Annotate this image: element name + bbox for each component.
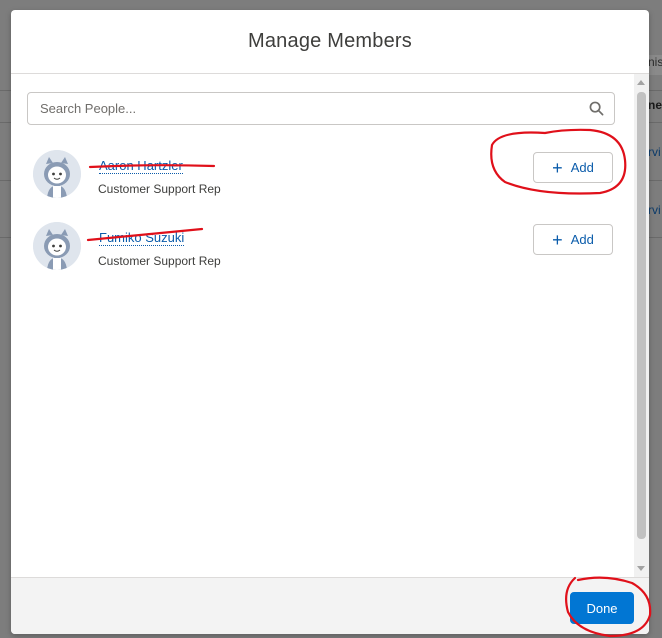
add-member-button[interactable]: + Add (533, 224, 613, 255)
background-text-3: rvi (648, 145, 661, 159)
background-text-4: rvi (648, 203, 661, 217)
modal-body: Aaron Hartzler Customer Support Rep + Ad… (11, 74, 649, 577)
scroll-up-icon[interactable] (637, 80, 645, 85)
add-button-label: Add (570, 232, 594, 247)
add-member-button[interactable]: + Add (533, 152, 613, 183)
manage-members-modal: Manage Members Search People... Aaron Ha… (11, 10, 649, 634)
modal-title: Manage Members (248, 30, 412, 52)
plus-icon: + (552, 157, 563, 178)
astro-avatar-icon (33, 150, 81, 198)
search-input[interactable] (38, 100, 588, 117)
modal-footer: Done (11, 577, 649, 634)
scroll-down-icon[interactable] (637, 566, 645, 571)
add-button-label: Add (570, 160, 594, 175)
search-icon[interactable] (588, 101, 604, 117)
person-role: Customer Support Rep (98, 254, 221, 268)
person-name-link[interactable]: Aaron Hartzler (99, 158, 183, 174)
scrollbar-thumb[interactable] (637, 92, 646, 539)
vertical-scrollbar[interactable] (634, 74, 649, 577)
search-box[interactable] (27, 92, 615, 125)
astro-avatar-icon (33, 222, 81, 270)
plus-icon: + (552, 229, 563, 250)
done-button[interactable]: Done (570, 592, 634, 624)
person-role: Customer Support Rep (98, 182, 221, 196)
list-item: Aaron Hartzler Customer Support Rep + Ad… (33, 150, 613, 202)
list-item: Fumiko Suzuki Customer Support Rep + Add (33, 222, 613, 274)
background-text-2: ne (648, 98, 662, 112)
background-text-1: nis (648, 55, 662, 75)
modal-header: Manage Members (11, 10, 649, 74)
person-name-link[interactable]: Fumiko Suzuki (99, 230, 185, 246)
